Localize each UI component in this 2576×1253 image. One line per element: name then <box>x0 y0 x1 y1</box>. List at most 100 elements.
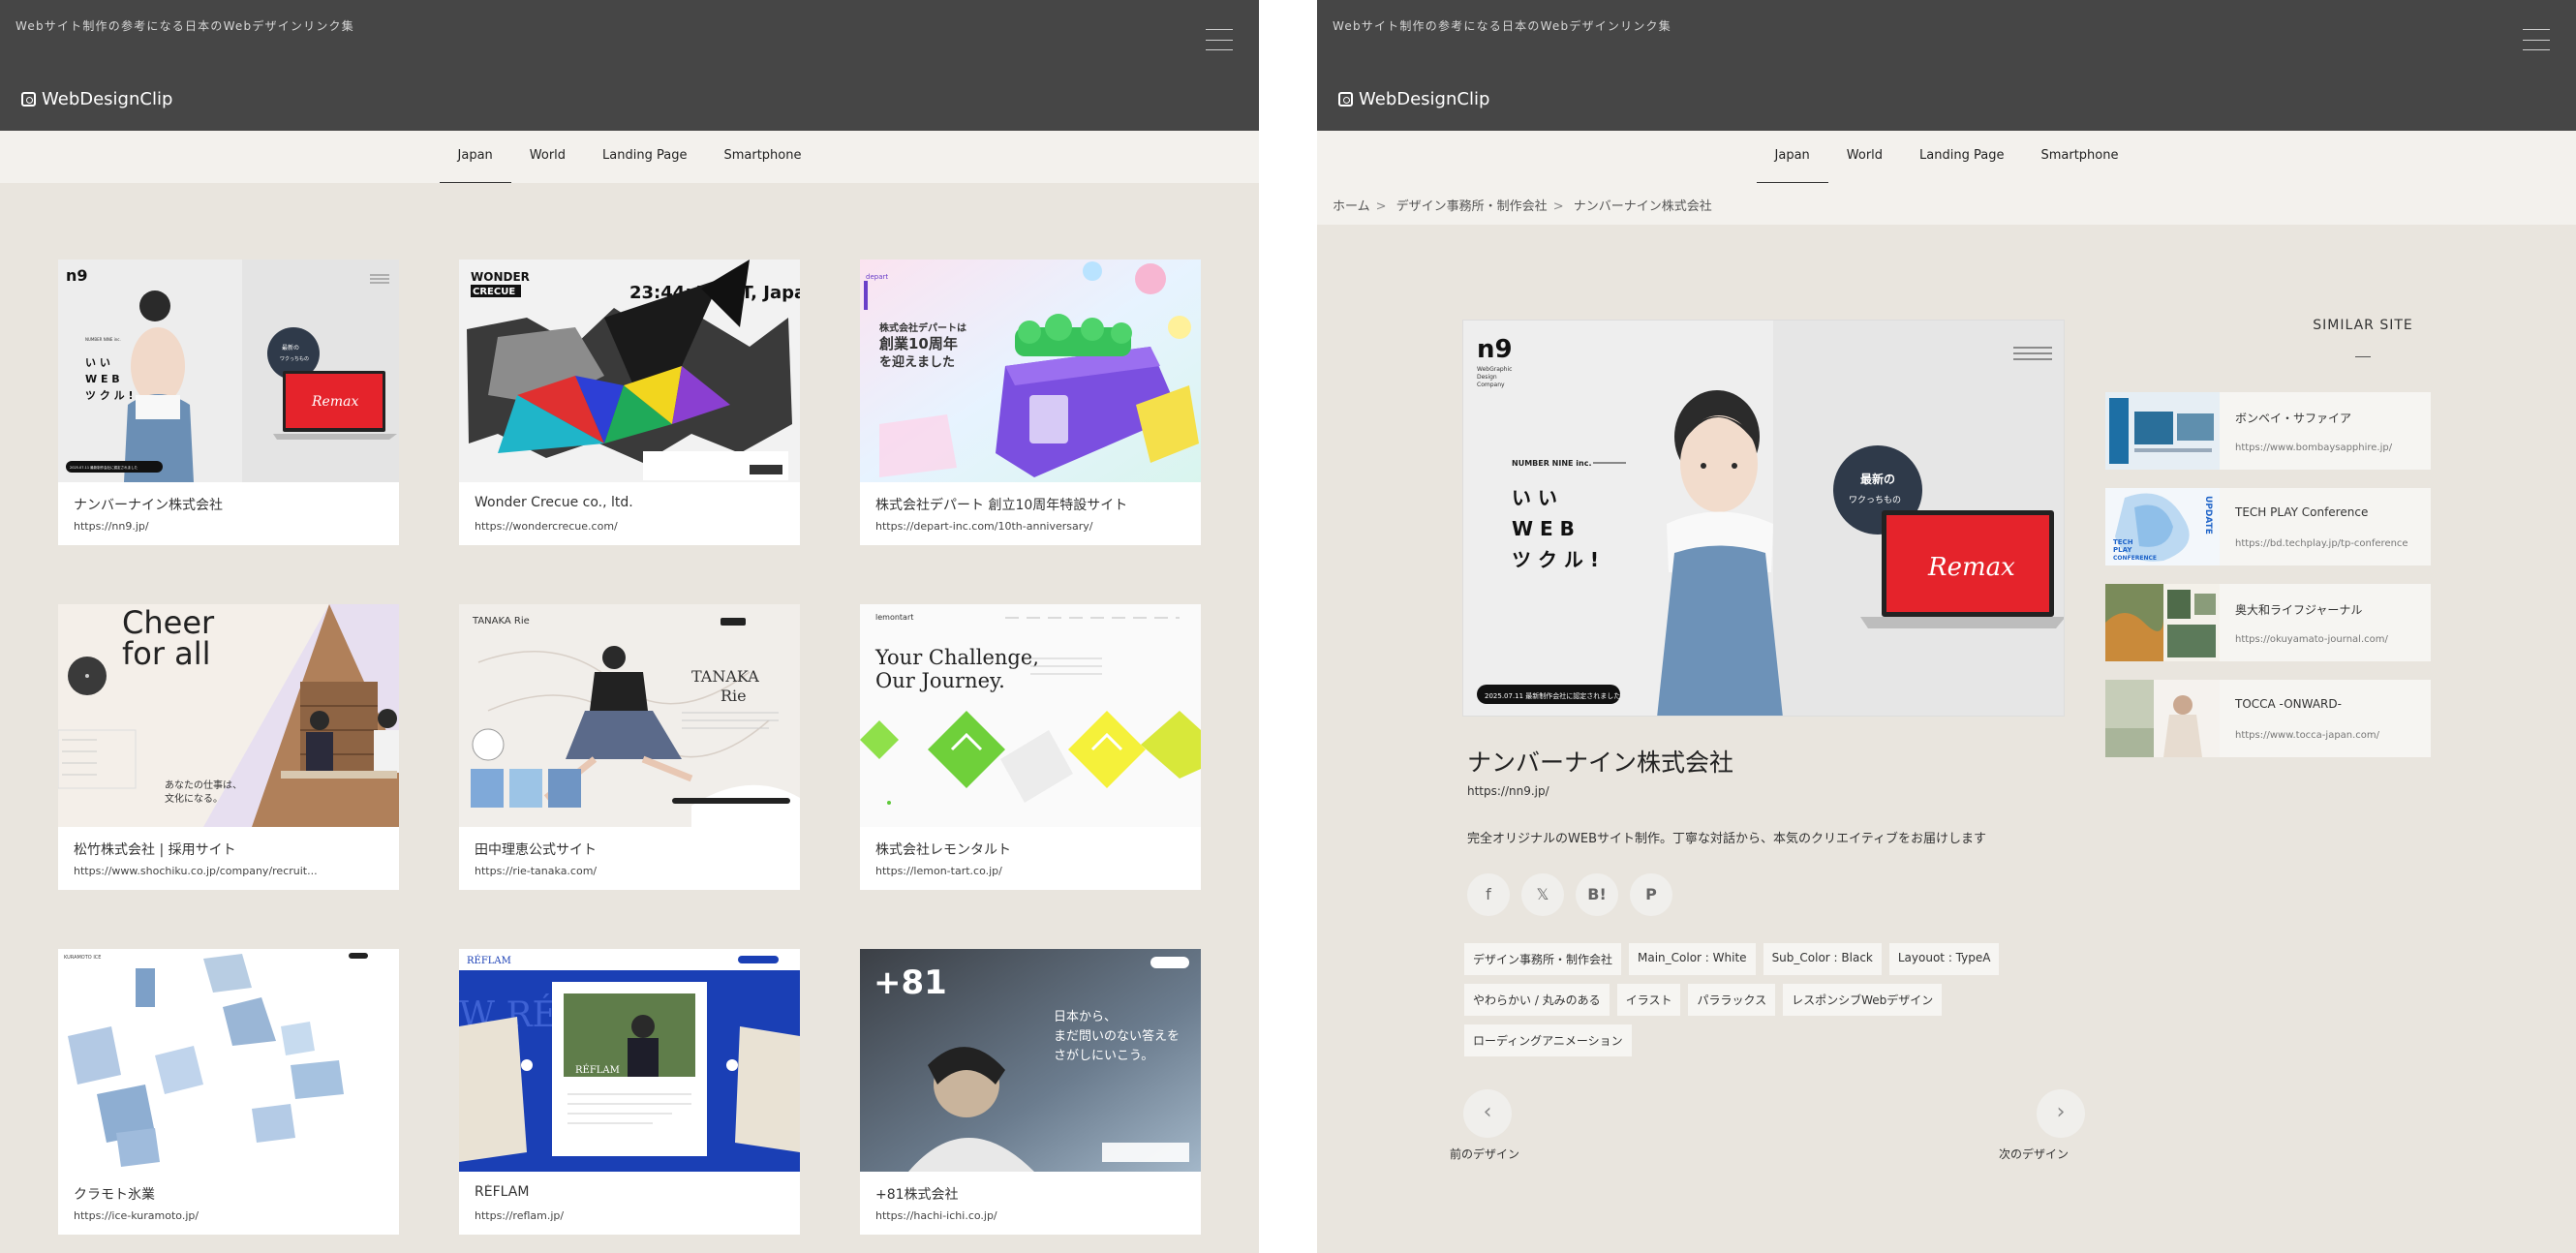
site-card-title[interactable]: Wonder Crecue co., ltd. <box>475 495 784 510</box>
pinterest-icon[interactable]: P <box>1630 873 1672 916</box>
site-card-title[interactable]: RÉFLAM <box>475 1184 784 1200</box>
site-card-url[interactable]: https://nn9.jp/ <box>74 520 383 533</box>
breadcrumb-category[interactable]: デザイン事務所・制作会社 <box>1396 199 1548 214</box>
site-thumbnail[interactable]: RÉFLAM W RÉ RVIEW RÉFLAM <box>459 949 800 1172</box>
site-card-url[interactable]: https://wondercrecue.com/ <box>475 520 784 533</box>
site-card-title[interactable]: +81株式会社 <box>875 1184 1185 1204</box>
site-card-title[interactable]: 松竹株式会社 | 採用サイト <box>74 840 383 859</box>
tag[interactable]: Sub_Color : Black <box>1763 943 1882 975</box>
similar-site-item[interactable]: ボンベイ・サファイア https://www.bombaysapphire.jp… <box>2105 392 2431 470</box>
similar-site-title[interactable]: 奥大和ライフジャーナル <box>2235 601 2362 618</box>
hero-catch-2: W E B <box>1512 517 1575 540</box>
tab-landing-page[interactable]: Landing Page <box>584 131 705 183</box>
site-card[interactable]: n9 NUMBER NINE inc. い い W E B ツ ク ル ! 最新… <box>58 260 399 545</box>
similar-site-title[interactable]: TOCCA -ONWARD- <box>2235 697 2342 711</box>
tab-world[interactable]: World <box>511 131 584 183</box>
chevron-right-icon: › <box>2056 1100 2066 1124</box>
tab-world[interactable]: World <box>1828 131 1901 183</box>
tab-smartphone[interactable]: Smartphone <box>705 131 819 183</box>
site-card-url[interactable]: https://rie-tanaka.com/ <box>475 865 784 877</box>
similar-site-title[interactable]: ボンベイ・サファイア <box>2235 410 2351 426</box>
site-card-url[interactable]: https://lemon-tart.co.jp/ <box>875 865 1185 877</box>
site-card-title[interactable]: 田中理恵公式サイト <box>475 840 784 859</box>
facebook-icon[interactable]: f <box>1467 873 1510 916</box>
tab-smartphone[interactable]: Smartphone <box>2022 131 2136 183</box>
hamburger-menu-icon[interactable] <box>1206 29 1233 50</box>
breadcrumb-home[interactable]: ホーム <box>1333 199 1370 214</box>
site-card[interactable]: TANAKA Rie TANAKA Rie 田中理恵公式サイト https://… <box>459 604 800 890</box>
site-card[interactable]: KURAMOTO ICE クラモト氷業 https://ice-kuramoto… <box>58 949 399 1235</box>
site-card-url[interactable]: https://www.shochiku.co.jp/company/recru… <box>74 865 383 877</box>
similar-site-thumbnail[interactable] <box>2105 680 2220 757</box>
site-thumbnail[interactable]: TANAKA Rie TANAKA Rie <box>459 604 800 827</box>
tag[interactable]: やわらかい / 丸みのある <box>1464 984 1610 1016</box>
thumb-copy-2: まだ問いのない答えを <box>1054 1028 1180 1044</box>
site-card-url[interactable]: https://ice-kuramoto.jp/ <box>74 1209 383 1222</box>
next-design-label[interactable]: 次のデザイン <box>1999 1146 2069 1162</box>
tag[interactable]: ローディングアニメーション <box>1464 1024 1632 1056</box>
site-card-title[interactable]: 株式会社デパート 創立10周年特設サイト <box>875 495 1185 514</box>
site-thumbnail[interactable]: lemontart Your Challenge, Our Journey. <box>860 604 1201 827</box>
site-card-title[interactable]: 株式会社レモンタルト <box>875 840 1185 859</box>
similar-site-url[interactable]: https://www.tocca-japan.com/ <box>2235 730 2379 741</box>
site-card-url[interactable]: https://depart-inc.com/10th-anniversary/ <box>875 520 1185 533</box>
tab-japan[interactable]: Japan <box>439 131 512 183</box>
similar-site-url[interactable]: https://bd.techplay.jp/tp-conference <box>2235 538 2408 549</box>
similar-site-thumbnail[interactable] <box>2105 392 2220 470</box>
similar-site-item[interactable]: TOCCA -ONWARD- https://www.tocca-japan.c… <box>2105 680 2431 757</box>
site-thumbnail[interactable]: n9 NUMBER NINE inc. い い W E B ツ ク ル ! 最新… <box>58 260 399 482</box>
tag[interactable]: デザイン事務所・制作会社 <box>1464 943 1622 975</box>
tag[interactable]: レスポンシブWebデザイン <box>1783 984 1943 1016</box>
site-thumbnail[interactable]: Cheer for all あなたの仕事は、 文化になる。 <box>58 604 399 827</box>
similar-site-item[interactable]: 奥大和ライフジャーナル https://okuyamato-journal.co… <box>2105 584 2431 661</box>
site-logo[interactable]: WebDesignClip <box>21 89 172 109</box>
next-design-button[interactable]: › <box>2037 1089 2085 1138</box>
logo-text: WebDesignClip <box>1359 89 1490 109</box>
site-card[interactable]: WONDER CRECUE 23:44:49 JST, Japan Wonder… <box>459 260 800 545</box>
logo-icon <box>1338 92 1353 107</box>
site-card-title[interactable]: クラモト氷業 <box>74 1184 383 1204</box>
site-card[interactable]: +81 日本から、 まだ問いのない答えを さがしにいこう。 +81株式会社 ht… <box>860 949 1201 1235</box>
similar-site-title[interactable]: TECH PLAY Conference <box>2235 505 2368 519</box>
x-icon[interactable]: 𝕏 <box>1521 873 1564 916</box>
prev-design-button[interactable]: ‹ <box>1463 1089 1512 1138</box>
site-card-url[interactable]: https://reflam.jp/ <box>475 1209 784 1222</box>
site-card[interactable]: RÉFLAM W RÉ RVIEW RÉFLAM RÉFLAM https://… <box>459 949 800 1235</box>
tag[interactable]: Layouot : TypeA <box>1888 943 2000 975</box>
hamburger-menu-icon[interactable] <box>2523 29 2550 50</box>
hero-screenshot[interactable]: n9 WebGraphic Design Company NUMBER NINE… <box>1462 320 2065 717</box>
similar-site-thumbnail[interactable]: TECH PLAY CONFERENCE UPDATE <box>2105 488 2220 565</box>
prev-design-label[interactable]: 前のデザイン <box>1450 1146 1519 1162</box>
similar-site-url[interactable]: https://okuyamato-journal.com/ <box>2235 634 2388 645</box>
tag[interactable]: イラスト <box>1616 984 1681 1016</box>
site-thumbnail[interactable]: +81 日本から、 まだ問いのない答えを さがしにいこう。 <box>860 949 1201 1172</box>
breadcrumb-separator: > <box>1552 199 1564 214</box>
similar-site-url[interactable]: https://www.bombaysapphire.jp/ <box>2235 443 2392 453</box>
thumb-catch-1: い い <box>85 356 110 369</box>
site-url-link[interactable]: https://nn9.jp/ <box>1467 784 1549 798</box>
site-card-title[interactable]: ナンバーナイン株式会社 <box>74 495 383 514</box>
site-thumbnail[interactable]: depart 株式会社デパートは 創業10周年 を迎えました <box>860 260 1201 482</box>
hatena-bookmark-icon[interactable]: B! <box>1576 873 1618 916</box>
thumb-brand: n9 <box>66 266 88 285</box>
tag[interactable]: パララックス <box>1688 984 1776 1016</box>
hero-catch-3: ツ ク ル ! <box>1512 548 1599 571</box>
site-card[interactable]: Cheer for all あなたの仕事は、 文化になる。 松竹株式会社 | 採… <box>58 604 399 890</box>
breadcrumb: ホーム > デザイン事務所・制作会社 > ナンバーナイン株式会社 <box>1317 183 2576 225</box>
site-card[interactable]: lemontart Your Challenge, Our Journey. 株… <box>860 604 1201 890</box>
site-card[interactable]: depart 株式会社デパートは 創業10周年 を迎えました 株式会社デパート … <box>860 260 1201 545</box>
category-nav: Japan World Landing Page Smartphone <box>0 131 1259 183</box>
tab-landing-page[interactable]: Landing Page <box>1901 131 2022 183</box>
detail-pane: Webサイト制作の参考になる日本のWebデザインリンク集 WebDesignCl… <box>1317 0 2576 1253</box>
site-logo[interactable]: WebDesignClip <box>1338 89 1489 109</box>
thumb-screen-text: Remax <box>311 394 358 410</box>
tab-japan[interactable]: Japan <box>1756 131 1829 183</box>
tag-list: デザイン事務所・制作会社 Main_Color : White Sub_Colo… <box>1464 943 2065 1056</box>
similar-site-thumbnail[interactable] <box>2105 584 2220 661</box>
site-card-url[interactable]: https://hachi-ichi.co.jp/ <box>875 1209 1185 1222</box>
tag[interactable]: Main_Color : White <box>1629 943 1756 975</box>
site-thumbnail[interactable]: WONDER CRECUE 23:44:49 JST, Japan <box>459 260 800 482</box>
thumb-copy-1: 日本から、 <box>1054 1010 1117 1024</box>
site-thumbnail[interactable]: KURAMOTO ICE <box>58 949 399 1172</box>
similar-site-item[interactable]: TECH PLAY CONFERENCE UPDATE TECH PLAY Co… <box>2105 488 2431 565</box>
